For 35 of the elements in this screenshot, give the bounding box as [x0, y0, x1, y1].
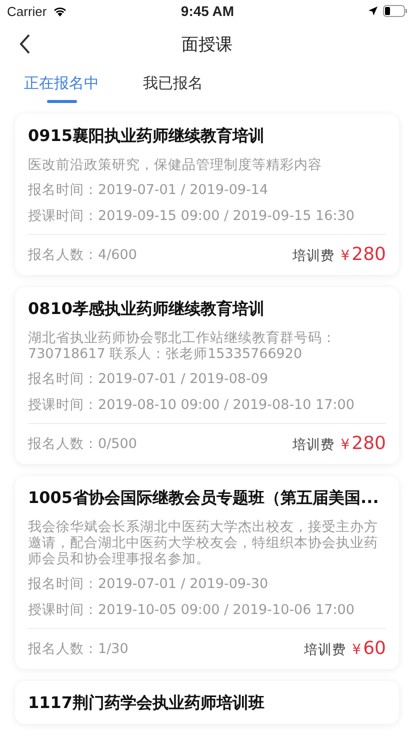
class-time: 授课时间：2019-08-10 09:00 / 2019-08-10 17:00 — [28, 396, 356, 414]
enrolled-count: 报名人数：1/30 — [28, 640, 128, 658]
fee-price: ¥280 — [340, 244, 386, 265]
tab[interactable]: 正在报名中 — [24, 66, 99, 106]
battery-icon — [382, 5, 408, 17]
enrolled-count: 报名人数：0/500 — [28, 434, 137, 452]
course-card[interactable]: 1005省协会国际继教会员专题班（第五届美国... 我会徐华斌会长系湖北中医药大学杰出校友，接受主办方邀请，配合湖北中医药大学校友会，特组织本协会执业药师会员和协会理事报名参加。 报名时间：2019-07-01 / 2019-09-30 授课时间：2019-10-05 09:00 / 2019-10-06 17:00 报名人数：1/30 培训费 ¥60 — [15, 476, 399, 669]
class-time: 授课时间：2019-10-05 09:00 / 2019-10-06 17:00 — [28, 601, 356, 619]
page-title: 面授课 — [182, 34, 232, 56]
tab[interactable]: 我已报名 — [143, 66, 203, 106]
course-card[interactable]: 0810孝感执业药师继续教育培训 湖北省执业药师协会鄂北工作站继续教育群号码：730718617 联系人：张老师15335766920 报名时间：2019-07-01 / 2019-08-09 授课时间：2019-08-10 09:00 / 2019-08-10 17:00 报名人数：0/500 培训费 ¥280 — [15, 287, 399, 464]
carrier-label: Carrier — [7, 4, 47, 18]
signup-time: 报名时间：2019-07-01 / 2019-09-14 — [28, 181, 270, 199]
course-card[interactable]: 0915襄阳执业药师继续教育培训 医改前沿政策研究，保健品管理制度等精彩内容 报名时间：2019-07-01 / 2019-09-14 授课时间：2019-09-15 09:00 / 2019-09-15 16:30 报名人数：4/600 培训费 ¥280 — [15, 114, 399, 275]
course-title: 0915襄阳执业药师继续教育培训 — [28, 126, 266, 147]
class-time: 授课时间：2019-09-15 09:00 / 2019-09-15 16:30 — [28, 207, 356, 225]
enrolled-count: 报名人数：4/600 — [28, 246, 137, 264]
course-description: 湖北省执业药师协会鄂北工作站继续教育群号码：730718617 联系人：张老师15335766920 — [28, 330, 337, 362]
course-description: 我会徐华斌会长系湖北中医药大学杰出校友，接受主办方邀请，配合湖北中医药大学校友会，特组织本协会执业药师会员和协会理事报名参加。 — [28, 519, 379, 567]
course-description: 医改前沿政策研究，保健品管理制度等精彩内容 — [28, 157, 323, 173]
signup-time: 报名时间：2019-07-01 / 2019-08-09 — [28, 370, 270, 388]
course-title: 1005省协会国际继教会员专题班（第五届美国... — [28, 488, 380, 509]
fee-price: ¥60 — [352, 638, 386, 659]
course-title: 0810孝感执业药师继续教育培训 — [28, 299, 266, 320]
fee-price: ¥280 — [340, 433, 386, 454]
back-icon[interactable] — [19, 34, 31, 54]
fee-label: 培训费 — [292, 436, 335, 454]
course-title: 1117荆门药学会执业药师培训班 — [28, 693, 266, 714]
location-arrow-icon — [368, 6, 378, 16]
course-card[interactable]: 1117荆门药学会执业药师培训班 — [15, 681, 399, 724]
signup-time: 报名时间：2019-07-01 / 2019-09-30 — [28, 575, 270, 593]
fee-label: 培训费 — [292, 247, 335, 265]
status-time: 9:45 AM — [180, 3, 234, 19]
wifi-icon — [52, 5, 68, 17]
fee-label: 培训费 — [304, 641, 346, 659]
